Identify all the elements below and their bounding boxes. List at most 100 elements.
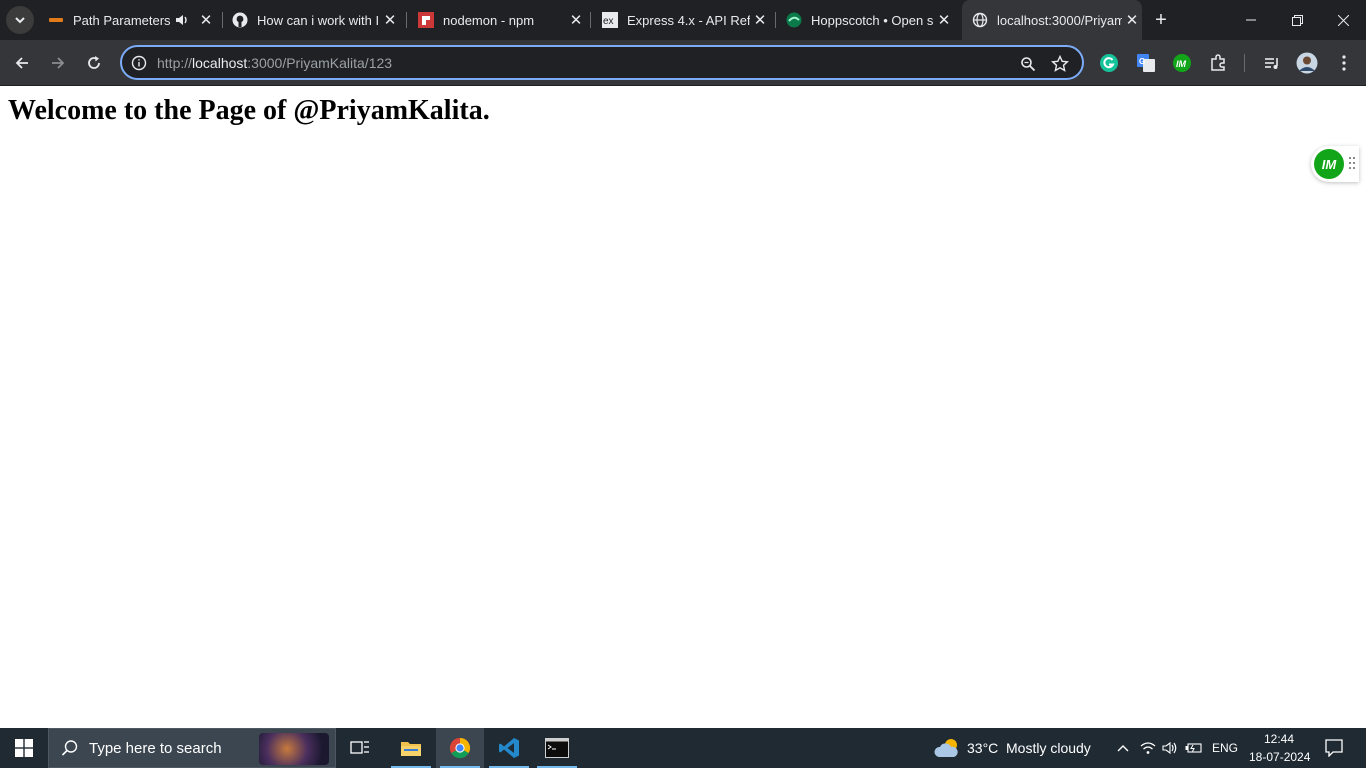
- bookmark-star-icon[interactable]: [1049, 53, 1071, 75]
- terminal-taskbar-button[interactable]: [534, 728, 580, 768]
- weather-icon[interactable]: [932, 728, 964, 768]
- taskbar-search-box[interactable]: Type here to search: [48, 728, 336, 768]
- show-hidden-icons-button[interactable]: [1112, 728, 1134, 768]
- tab-separator: [406, 12, 407, 28]
- tab-hoppscotch[interactable]: Hoppscotch • Open s ✕: [778, 0, 954, 40]
- file-explorer-button[interactable]: [388, 728, 434, 768]
- browser-toolbar: http://localhost:3000/PriyamKalita/123 G…: [0, 40, 1366, 86]
- search-placeholder: Type here to search: [89, 739, 222, 757]
- forward-arrow-icon: [52, 57, 65, 69]
- url-path: :3000/PriyamKalita/123: [247, 55, 393, 71]
- vscode-icon: [499, 738, 519, 758]
- plus-icon: +: [1155, 8, 1167, 31]
- weather-description[interactable]: Mostly cloudy: [1006, 740, 1091, 756]
- drag-handle-icon[interactable]: [1348, 156, 1356, 170]
- reload-icon: [88, 56, 100, 69]
- tab-title: nodemon - npm: [443, 12, 535, 28]
- task-view-button[interactable]: [340, 728, 380, 768]
- url-host: localhost: [192, 55, 248, 71]
- close-tab-icon[interactable]: ✕: [566, 10, 586, 30]
- tab-nodemon-npm[interactable]: nodemon - npm ✕: [410, 0, 586, 40]
- close-tab-icon[interactable]: ✕: [196, 10, 216, 30]
- close-tab-icon[interactable]: ✕: [934, 10, 954, 30]
- tab-github-question[interactable]: How can i work with I ✕: [224, 0, 400, 40]
- github-icon: [232, 12, 248, 28]
- close-tab-icon[interactable]: ✕: [380, 10, 400, 30]
- new-tab-button[interactable]: +: [1149, 8, 1173, 32]
- search-icon: [61, 740, 78, 756]
- express-icon: ex: [602, 12, 618, 28]
- close-window-button[interactable]: [1320, 0, 1366, 40]
- tab-title: Hoppscotch • Open s: [811, 12, 934, 28]
- site-info-icon[interactable]: [130, 54, 148, 72]
- im-extension-icon[interactable]: IM: [1171, 52, 1193, 74]
- im-floating-widget[interactable]: IM: [1311, 146, 1359, 182]
- close-icon: [1337, 14, 1349, 26]
- volume-icon[interactable]: [1160, 728, 1180, 768]
- svg-text:IM: IM: [1176, 59, 1187, 69]
- clock-time[interactable]: 12:44: [1264, 732, 1294, 746]
- address-bar[interactable]: http://localhost:3000/PriyamKalita/123: [120, 45, 1084, 80]
- chrome-icon: [449, 737, 471, 759]
- page-heading: Welcome to the Page of @PriyamKalita.: [8, 95, 490, 126]
- zoom-icon[interactable]: [1017, 53, 1039, 75]
- terminal-icon: [545, 738, 569, 758]
- page-content: Welcome to the Page of @PriyamKalita. IM: [0, 87, 1366, 728]
- forward-button[interactable]: [44, 49, 72, 77]
- more-menu-icon[interactable]: [1333, 52, 1355, 74]
- hoppscotch-icon: [786, 12, 802, 28]
- tab-title: How can i work with I: [257, 12, 380, 28]
- folder-icon: [401, 742, 421, 756]
- search-highlight-image: [259, 733, 329, 765]
- start-button[interactable]: [0, 728, 48, 768]
- npm-icon: [418, 12, 434, 28]
- tab-title: Express 4.x - API Refe: [627, 12, 750, 28]
- battery-icon[interactable]: [1184, 728, 1204, 768]
- chrome-taskbar-button[interactable]: [436, 728, 484, 768]
- reload-button[interactable]: [80, 49, 108, 77]
- tab-strip: Path Parameters ✕ How can i work with I …: [0, 0, 1366, 40]
- puzzle-extensions-icon[interactable]: [1207, 52, 1229, 74]
- close-tab-icon[interactable]: ✕: [750, 10, 770, 30]
- tab-localhost-active[interactable]: localhost:3000/Priyam ✕: [962, 0, 1142, 40]
- course-site-icon: [48, 12, 64, 28]
- weather-temperature[interactable]: 33°C: [967, 740, 998, 756]
- svg-text:ex: ex: [603, 16, 614, 27]
- svg-text:G: G: [1139, 57, 1145, 66]
- im-badge[interactable]: IM: [1314, 149, 1344, 179]
- google-translate-extension-icon[interactable]: G: [1135, 52, 1157, 74]
- chevron-down-icon: [15, 17, 25, 24]
- task-view-icon: [350, 741, 369, 754]
- url-text[interactable]: http://localhost:3000/PriyamKalita/123: [157, 55, 392, 71]
- restore-icon: [1291, 14, 1303, 26]
- windows-taskbar: Type here to search 33°C Mostly cloudy E…: [0, 728, 1366, 768]
- notification-icon: [1325, 739, 1343, 757]
- windows-logo-icon: [15, 739, 33, 757]
- tab-search-button[interactable]: [6, 6, 34, 34]
- globe-icon: [972, 12, 988, 28]
- input-language[interactable]: ENG: [1212, 741, 1238, 755]
- notifications-button[interactable]: [1318, 728, 1350, 768]
- wifi-icon[interactable]: [1138, 728, 1158, 768]
- minimize-button[interactable]: [1228, 0, 1274, 40]
- tab-separator: [775, 12, 776, 28]
- clock-date[interactable]: 18-07-2024: [1249, 750, 1310, 764]
- media-control-icon[interactable]: [1261, 52, 1283, 74]
- back-arrow-icon: [15, 57, 28, 69]
- tab-title: localhost:3000/Priyam: [997, 12, 1122, 28]
- restore-button[interactable]: [1274, 0, 1320, 40]
- tab-express-api[interactable]: ex Express 4.x - API Refe ✕: [594, 0, 770, 40]
- tab-separator: [222, 12, 223, 28]
- toolbar-separator: [1244, 54, 1245, 72]
- url-scheme: http://: [157, 55, 193, 71]
- tab-path-parameters[interactable]: Path Parameters ✕: [40, 0, 216, 40]
- back-button[interactable]: [8, 49, 36, 77]
- chevron-up-icon: [1117, 745, 1129, 752]
- speaker-icon[interactable]: [172, 13, 192, 27]
- profile-avatar[interactable]: [1296, 52, 1318, 74]
- tab-separator: [590, 12, 591, 28]
- minimize-icon: [1246, 19, 1256, 21]
- vscode-taskbar-button[interactable]: [486, 728, 532, 768]
- grammarly-extension-icon[interactable]: [1098, 52, 1120, 74]
- close-tab-icon[interactable]: ✕: [1122, 10, 1142, 30]
